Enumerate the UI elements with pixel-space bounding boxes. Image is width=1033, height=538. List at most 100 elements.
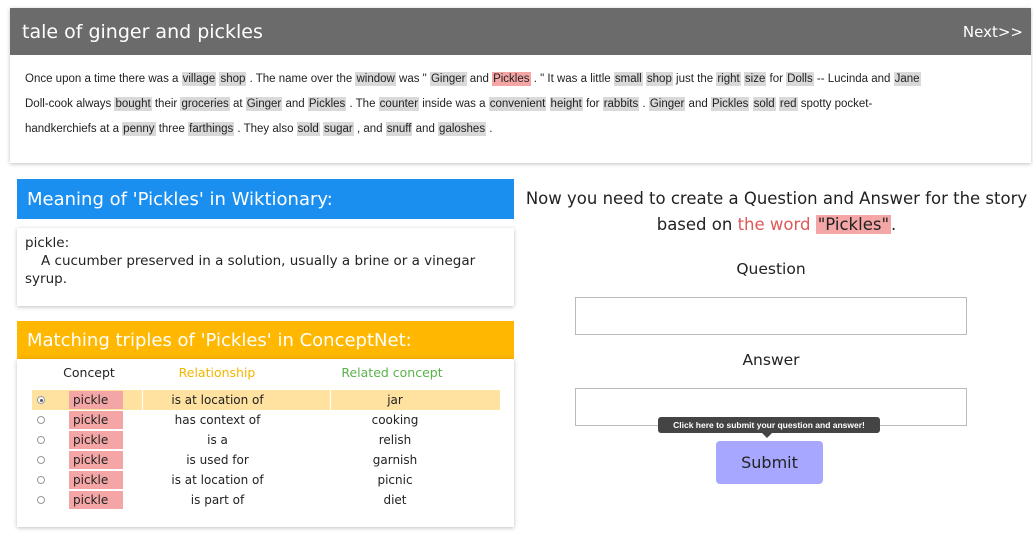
row-divider xyxy=(142,390,143,410)
story-header: tale of ginger and pickles Next>> xyxy=(10,8,1031,55)
story-word[interactable]: snuff xyxy=(385,122,413,136)
story-text: Once upon a time there was a village sho… xyxy=(10,55,1031,142)
next-button[interactable]: Next>> xyxy=(963,23,1023,41)
row-relationship: is at location of xyxy=(171,473,264,487)
story-text-segment: for xyxy=(582,98,603,110)
story-word[interactable]: size xyxy=(743,72,767,86)
story-word[interactable]: rabbits xyxy=(602,97,640,111)
story-word[interactable]: sold xyxy=(752,97,776,111)
row-relationship: is at location of xyxy=(171,393,264,407)
instruction-word-lead: the word xyxy=(737,215,811,234)
row-concept: pickle xyxy=(69,391,123,409)
story-word[interactable]: shop xyxy=(219,72,247,86)
question-input[interactable] xyxy=(575,297,967,335)
story-text-segment: and xyxy=(412,123,439,135)
row-radio[interactable] xyxy=(37,496,45,504)
story-word[interactable]: Jane xyxy=(893,72,921,86)
story-text-segment: just the xyxy=(672,73,717,85)
row-related-concept: picnic xyxy=(377,473,413,487)
conceptnet-row[interactable]: pickle is part of diet xyxy=(32,490,500,510)
story-word[interactable]: groceries xyxy=(180,97,230,111)
story-word[interactable]: window xyxy=(355,72,396,86)
story-word[interactable]: convenient xyxy=(488,97,547,111)
target-word: "Pickles" xyxy=(815,215,892,234)
story-text-segment: . The name over the xyxy=(246,73,356,85)
header-concept: Concept xyxy=(63,365,115,380)
story-title: tale of ginger and pickles xyxy=(22,20,263,43)
instruction-text: Now you need to create a Question and An… xyxy=(522,186,1031,238)
story-line: handkerchiefs at a penny three farthings… xyxy=(25,117,1016,142)
conceptnet-table-header: Concept Relationship Related concept xyxy=(17,365,514,385)
story-word[interactable]: height xyxy=(549,97,583,111)
header-related-concept: Related concept xyxy=(341,365,443,380)
row-related-concept: relish xyxy=(378,433,412,447)
wiktionary-title: Meaning of 'Pickles' in Wiktionary: xyxy=(17,179,514,219)
story-line: Once upon a time there was a village sho… xyxy=(25,67,1016,92)
conceptnet-table: Concept Relationship Related concept pic… xyxy=(17,359,514,527)
story-word[interactable]: sold xyxy=(296,122,320,136)
story-word[interactable]: farthings xyxy=(188,122,235,136)
story-text-segment: spotty pocket- xyxy=(797,98,873,110)
submit-tooltip: Click here to submit your question and a… xyxy=(658,417,880,438)
row-related-concept: cooking xyxy=(371,413,419,427)
wiktionary-definition: A cucumber preserved in a solution, usua… xyxy=(25,253,476,287)
row-radio[interactable] xyxy=(37,456,45,464)
row-relationship: is part of xyxy=(190,493,245,507)
row-radio[interactable] xyxy=(37,396,45,404)
story-word[interactable]: red xyxy=(778,97,798,111)
story-text-segment: and xyxy=(282,98,308,110)
story-text-segment: was " xyxy=(395,73,430,85)
conceptnet-title: Matching triples of 'Pickles' in Concept… xyxy=(17,321,514,359)
story-word[interactable]: galoshes xyxy=(438,122,487,136)
story-word[interactable]: small xyxy=(613,72,643,86)
story-word[interactable]: Dolls xyxy=(786,72,814,86)
story-text-segment: and xyxy=(685,98,711,110)
target-word-highlight[interactable]: Pickles xyxy=(492,72,531,86)
story-text-segment: handkerchiefs at a xyxy=(25,123,123,135)
row-relationship: has context of xyxy=(174,413,261,427)
story-word[interactable]: shop xyxy=(645,72,673,86)
conceptnet-row[interactable]: pickle is at location of picnic xyxy=(32,470,500,490)
row-concept: pickle xyxy=(69,471,123,489)
question-label: Question xyxy=(736,260,806,278)
story-word[interactable]: counter xyxy=(378,97,420,111)
row-radio[interactable] xyxy=(37,416,45,424)
header-relationship: Relationship xyxy=(178,365,256,380)
story-word[interactable]: village xyxy=(181,72,217,86)
instruction-end: . xyxy=(891,215,897,234)
submit-button[interactable]: Submit xyxy=(716,441,823,484)
story-text-segment: Once upon a time there was a xyxy=(25,73,182,85)
row-concept: pickle xyxy=(69,411,123,429)
conceptnet-row[interactable]: pickle is a relish xyxy=(32,430,500,450)
row-concept: pickle xyxy=(69,451,123,469)
story-word[interactable]: bought xyxy=(114,97,152,111)
conceptnet-row[interactable]: pickle is used for garnish xyxy=(32,450,500,470)
story-word[interactable]: right xyxy=(716,72,741,86)
conceptnet-row[interactable]: pickle has context of cooking xyxy=(32,410,500,430)
row-divider xyxy=(330,390,331,410)
row-related-concept: jar xyxy=(387,393,403,407)
row-concept: pickle xyxy=(69,491,123,509)
story-word[interactable]: penny xyxy=(122,122,156,136)
row-radio[interactable] xyxy=(37,476,45,484)
story-text-segment: , and xyxy=(353,123,386,135)
story-word[interactable]: Ginger xyxy=(429,72,467,86)
row-concept: pickle xyxy=(69,431,123,449)
story-text-segment: their xyxy=(151,98,181,110)
story-word[interactable]: Pickles xyxy=(307,97,347,111)
conceptnet-row[interactable]: pickle is at location of jar xyxy=(32,390,500,410)
story-text-segment: Doll-cook always xyxy=(25,98,115,110)
story-word[interactable]: Ginger xyxy=(648,97,686,111)
story-word[interactable]: Pickles xyxy=(710,97,750,111)
story-word[interactable]: sugar xyxy=(322,122,354,136)
story-text-segment: . " It was a little xyxy=(530,73,614,85)
story-text-segment: . xyxy=(639,98,649,110)
story-text-segment: for xyxy=(766,73,787,85)
story-word[interactable]: Ginger xyxy=(245,97,283,111)
story-card: tale of ginger and pickles Next>> Once u… xyxy=(10,8,1031,163)
row-related-concept: diet xyxy=(383,493,407,507)
story-text-segment: inside was a xyxy=(419,98,489,110)
story-text-segment: . The xyxy=(346,98,379,110)
row-radio[interactable] xyxy=(37,436,45,444)
row-relationship: is a xyxy=(207,433,228,447)
